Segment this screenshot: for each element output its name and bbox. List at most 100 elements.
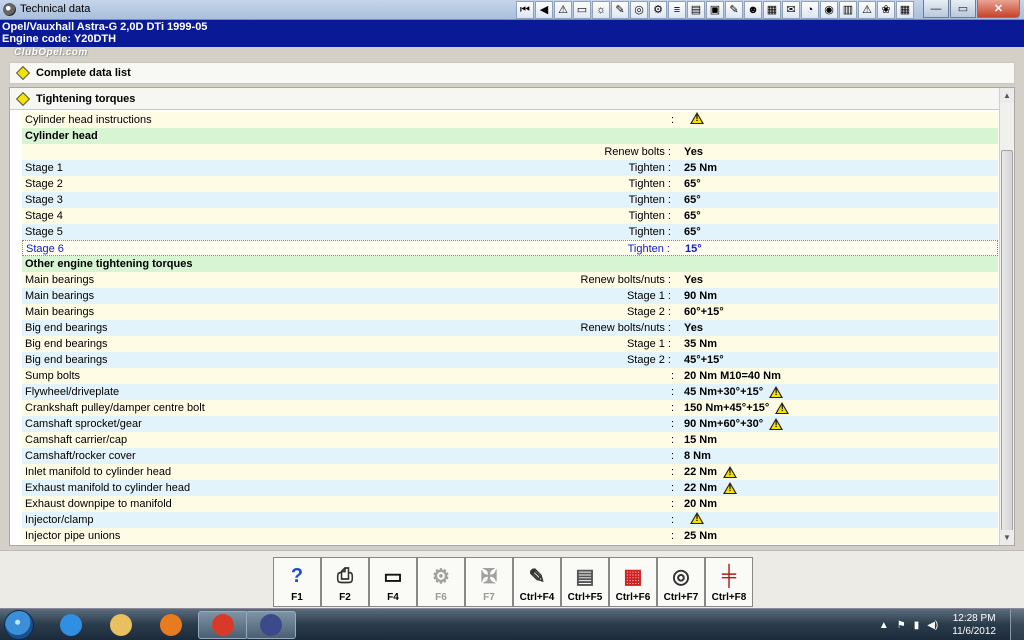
scroll-thumb[interactable] bbox=[1001, 150, 1013, 545]
fkey-ctrl-f8-button[interactable]: ╪ Ctrl+F8 bbox=[705, 557, 753, 607]
warning-icon[interactable] bbox=[723, 466, 738, 478]
toolbar-button-19[interactable]: ⚠ bbox=[858, 1, 876, 19]
torque-row[interactable]: Camshaft carrier/cap:15 Nm bbox=[22, 432, 998, 448]
torque-row[interactable]: Stage 6 Tighten : 15° bbox=[22, 240, 998, 256]
toolbar-button-18[interactable]: ▥ bbox=[839, 1, 857, 19]
torque-row[interactable]: Sump bolts:20 Nm M10=40 Nm bbox=[22, 368, 998, 384]
row-separator: : bbox=[671, 450, 675, 462]
toolbar-button-3[interactable]: ⚠ bbox=[554, 1, 572, 19]
row-value-text: 25 Nm bbox=[684, 162, 718, 174]
torque-row[interactable]: Camshaft sprocket/gear:90 Nm+60°+30° bbox=[22, 416, 998, 432]
toolbar-button-5[interactable]: ☼ bbox=[592, 1, 610, 19]
vertical-scrollbar[interactable]: ▲ ▼ bbox=[999, 88, 1014, 545]
scroll-up-icon[interactable]: ▲ bbox=[1000, 88, 1014, 103]
torque-row[interactable]: Stage 3 Tighten : 65° bbox=[22, 192, 998, 208]
row-value: 45 Nm+30°+15° bbox=[684, 384, 784, 400]
scroll-down-icon[interactable]: ▼ bbox=[1000, 530, 1014, 545]
fkey-label: F4 bbox=[387, 592, 399, 603]
torque-row[interactable]: Injector/clamp: bbox=[22, 512, 998, 528]
taskbar-app-media-icon[interactable] bbox=[146, 611, 196, 639]
row-separator: : bbox=[671, 386, 675, 398]
toolbar-button-11[interactable]: ▣ bbox=[706, 1, 724, 19]
torque-row[interactable]: Exhaust manifold to cylinder head:22 Nm bbox=[22, 480, 998, 496]
row-value-text: 45°+15° bbox=[684, 354, 724, 366]
toolbar-button-13[interactable]: ☻ bbox=[744, 1, 762, 19]
torque-row[interactable]: Camshaft/rocker cover:8 Nm bbox=[22, 448, 998, 464]
clock[interactable]: 12:28 PM 11/6/2012 bbox=[952, 612, 996, 638]
torque-row[interactable]: Stage 2 Tighten : 65° bbox=[22, 176, 998, 192]
start-button[interactable] bbox=[4, 610, 34, 640]
minimize-button[interactable]: — bbox=[923, 0, 949, 18]
torque-row[interactable]: Flywheel/driveplate:45 Nm+30°+15° bbox=[22, 384, 998, 400]
torque-row[interactable]: Main bearings Stage 1 : 90 Nm bbox=[22, 288, 998, 304]
row-label: Exhaust manifold to cylinder head bbox=[25, 482, 191, 494]
toolbar-button-12[interactable]: ✎ bbox=[725, 1, 743, 19]
warning-icon[interactable] bbox=[723, 482, 738, 494]
torque-row[interactable]: Inlet manifold to cylinder head:22 Nm bbox=[22, 464, 998, 480]
fkey-ctrl-f7-button[interactable]: ◎ Ctrl+F7 bbox=[657, 557, 705, 607]
fkey-ctrl-f6-button[interactable]: ▦ Ctrl+F6 bbox=[609, 557, 657, 607]
torque-row[interactable]: Big end bearings Renew bolts/nuts : Yes bbox=[22, 320, 998, 336]
toolbar-button-4[interactable]: ▭ bbox=[573, 1, 591, 19]
fkey-f1-button[interactable]: ? F1 bbox=[273, 557, 321, 607]
toolbar-button-10[interactable]: ▤ bbox=[687, 1, 705, 19]
tray-arrow-icon[interactable]: ▲ bbox=[879, 620, 889, 631]
toolbar-button-15[interactable]: ✉ bbox=[782, 1, 800, 19]
volume-icon[interactable]: ◀) bbox=[927, 620, 938, 631]
pin-data-icon: ⚙ bbox=[432, 565, 450, 588]
complete-data-list-button[interactable]: Complete data list bbox=[9, 62, 1015, 84]
close-button[interactable]: ✕ bbox=[977, 0, 1020, 18]
taskbar-app-chrome-icon[interactable] bbox=[198, 611, 248, 639]
toolbar-button-14[interactable]: ▦ bbox=[763, 1, 781, 19]
toolbar-button-7[interactable]: ◎ bbox=[630, 1, 648, 19]
torque-row[interactable]: Injector pipe unions:25 Nm bbox=[22, 528, 998, 544]
torque-row[interactable]: Stage 4 Tighten : 65° bbox=[22, 208, 998, 224]
torque-row[interactable]: Main bearings Stage 2 : 60°+15° bbox=[22, 304, 998, 320]
torque-row[interactable]: Big end bearings Stage 2 : 45°+15° bbox=[22, 352, 998, 368]
toolbar-button-6[interactable]: ✎ bbox=[611, 1, 629, 19]
flag-icon[interactable]: ⚑ bbox=[897, 620, 906, 631]
row-label: Injector pipe unions bbox=[25, 530, 121, 542]
toolbar-button-17[interactable]: ◉ bbox=[820, 1, 838, 19]
toolbar-button-16[interactable]: ◔ bbox=[801, 1, 819, 19]
warning-icon[interactable] bbox=[769, 386, 784, 398]
engine-code: Engine code: Y20DTH bbox=[2, 33, 117, 45]
torque-row[interactable]: Main bearings Renew bolts/nuts : Yes bbox=[22, 272, 998, 288]
warning-icon[interactable] bbox=[690, 112, 704, 124]
warning-icon[interactable] bbox=[775, 402, 790, 414]
fkey-f2-button[interactable]: ⎙ F2 bbox=[321, 557, 369, 607]
warning-icon[interactable] bbox=[769, 418, 784, 430]
row-value-text: 65° bbox=[684, 194, 701, 206]
row-value-text: 20 Nm bbox=[684, 498, 718, 510]
fkey-ctrl-f4-button[interactable]: ✎ Ctrl+F4 bbox=[513, 557, 561, 607]
torque-row[interactable]: Exhaust downpipe to manifold:20 Nm bbox=[22, 496, 998, 512]
fkey-ctrl-f5-button[interactable]: ▤ Ctrl+F5 bbox=[561, 557, 609, 607]
network-icon[interactable]: ▮ bbox=[914, 620, 920, 631]
taskbar-app-explorer-icon[interactable] bbox=[96, 611, 146, 639]
torque-row[interactable]: Stage 5 Tighten : 65° bbox=[22, 224, 998, 240]
torque-row[interactable]: Crankshaft pulley/damper centre bolt:150… bbox=[22, 400, 998, 416]
torque-row[interactable]: Cylinder head instructions: bbox=[22, 112, 998, 128]
taskbar-app-ie-icon[interactable] bbox=[46, 611, 96, 639]
warning-icon[interactable] bbox=[690, 512, 704, 524]
fkey-label: F1 bbox=[291, 592, 303, 603]
toolbar-button-1[interactable]: ⏮ bbox=[516, 1, 534, 19]
torque-row[interactable]: Renew bolts : Yes bbox=[22, 144, 998, 160]
toolbar-button-20[interactable]: ❀ bbox=[877, 1, 895, 19]
taskbar-app-autodata-icon[interactable] bbox=[246, 611, 296, 639]
group-header-row[interactable]: Other engine tightening torques bbox=[22, 256, 998, 272]
torque-row[interactable]: Stage 1 Tighten : 25 Nm bbox=[22, 160, 998, 176]
section-header-tightening-torques[interactable]: Tightening torques bbox=[10, 88, 1000, 110]
fkey-f4-button[interactable]: ▭ F4 bbox=[369, 557, 417, 607]
toolbar-button-2[interactable]: ◀ bbox=[535, 1, 553, 19]
toolbar-button-8[interactable]: ⚙ bbox=[649, 1, 667, 19]
calculator-icon: ▦ bbox=[623, 565, 643, 588]
show-desktop-button[interactable] bbox=[1010, 609, 1024, 640]
tightening-torques-panel: Tightening torques Cylinder head instruc… bbox=[9, 87, 1015, 546]
toolbar-button-21[interactable]: ▦ bbox=[896, 1, 914, 19]
group-header-row[interactable]: Cylinder head bbox=[22, 128, 998, 144]
row-label: Cylinder head instructions bbox=[25, 114, 152, 126]
torque-row[interactable]: Big end bearings Stage 1 : 35 Nm bbox=[22, 336, 998, 352]
maximize-button[interactable]: ▭ bbox=[950, 0, 976, 18]
toolbar-button-9[interactable]: ≡ bbox=[668, 1, 686, 19]
